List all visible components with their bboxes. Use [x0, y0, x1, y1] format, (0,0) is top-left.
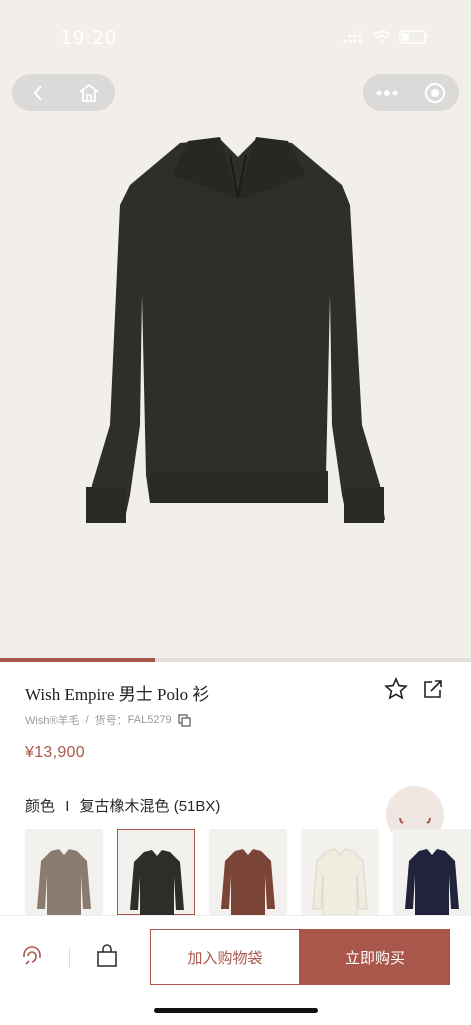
star-icon[interactable] [384, 677, 408, 701]
signal-icon [343, 31, 362, 43]
home-icon [78, 83, 99, 102]
swatch-sweater-image [312, 848, 368, 915]
swatch-sweater-image [405, 849, 459, 915]
action-divider [69, 948, 70, 968]
product-image [86, 137, 385, 523]
color-swatch[interactable] [117, 829, 195, 915]
back-button[interactable] [12, 74, 63, 111]
product-meta: Wish®羊毛 / 货号： FAL5279 [25, 712, 191, 728]
color-swatch[interactable] [25, 829, 103, 915]
product-title: Wish Empire 男士 Polo 衫 [25, 685, 210, 704]
color-selection-label: 颜色 I 复古橡木混色 (51BX) [25, 795, 220, 816]
gallery-progress-fill [0, 658, 156, 662]
share-icon[interactable] [422, 678, 444, 700]
chevron-left-icon [33, 84, 42, 101]
add-to-bag-button[interactable]: 加入购物袋 [150, 929, 300, 985]
home-indicator [154, 1008, 318, 1013]
more-dots-icon [376, 89, 398, 96]
nav-capsule [12, 74, 115, 111]
shopping-bag-icon[interactable] [96, 944, 118, 968]
meta-separator: / [85, 714, 89, 726]
color-swatch[interactable] [209, 829, 287, 915]
status-icons [343, 30, 429, 44]
mini-program-close-icon [425, 82, 445, 103]
close-mini-program-button[interactable] [411, 74, 459, 111]
color-swatch-list [25, 829, 471, 915]
gallery-progress [0, 658, 471, 662]
buy-now-button[interactable]: 立即购买 [300, 929, 450, 985]
color-value: 复古橡木混色 (51BX) [79, 798, 221, 815]
color-label: 颜色 [25, 798, 56, 815]
color-swatch[interactable] [301, 829, 379, 915]
product-price: ¥13,900 [25, 744, 85, 761]
more-button[interactable] [363, 74, 411, 111]
home-button[interactable] [63, 74, 114, 111]
mini-program-capsule [363, 74, 459, 111]
battery-icon [399, 30, 428, 44]
status-bar: 19:20 [0, 0, 471, 60]
customer-service-icon[interactable] [20, 944, 44, 968]
wifi-icon [373, 30, 391, 44]
color-divider: I [65, 798, 70, 815]
swatch-sweater-image [130, 850, 184, 915]
material-text: Wish®羊毛 [25, 715, 80, 727]
sku-value: FAL5279 [127, 714, 172, 726]
color-swatch[interactable] [393, 829, 471, 915]
swatch-sweater-image [221, 849, 275, 915]
copy-icon[interactable] [178, 713, 191, 727]
swatch-sweater-image [37, 849, 91, 915]
sku-label: 货号： [94, 715, 128, 727]
status-time: 19:20 [60, 27, 118, 49]
